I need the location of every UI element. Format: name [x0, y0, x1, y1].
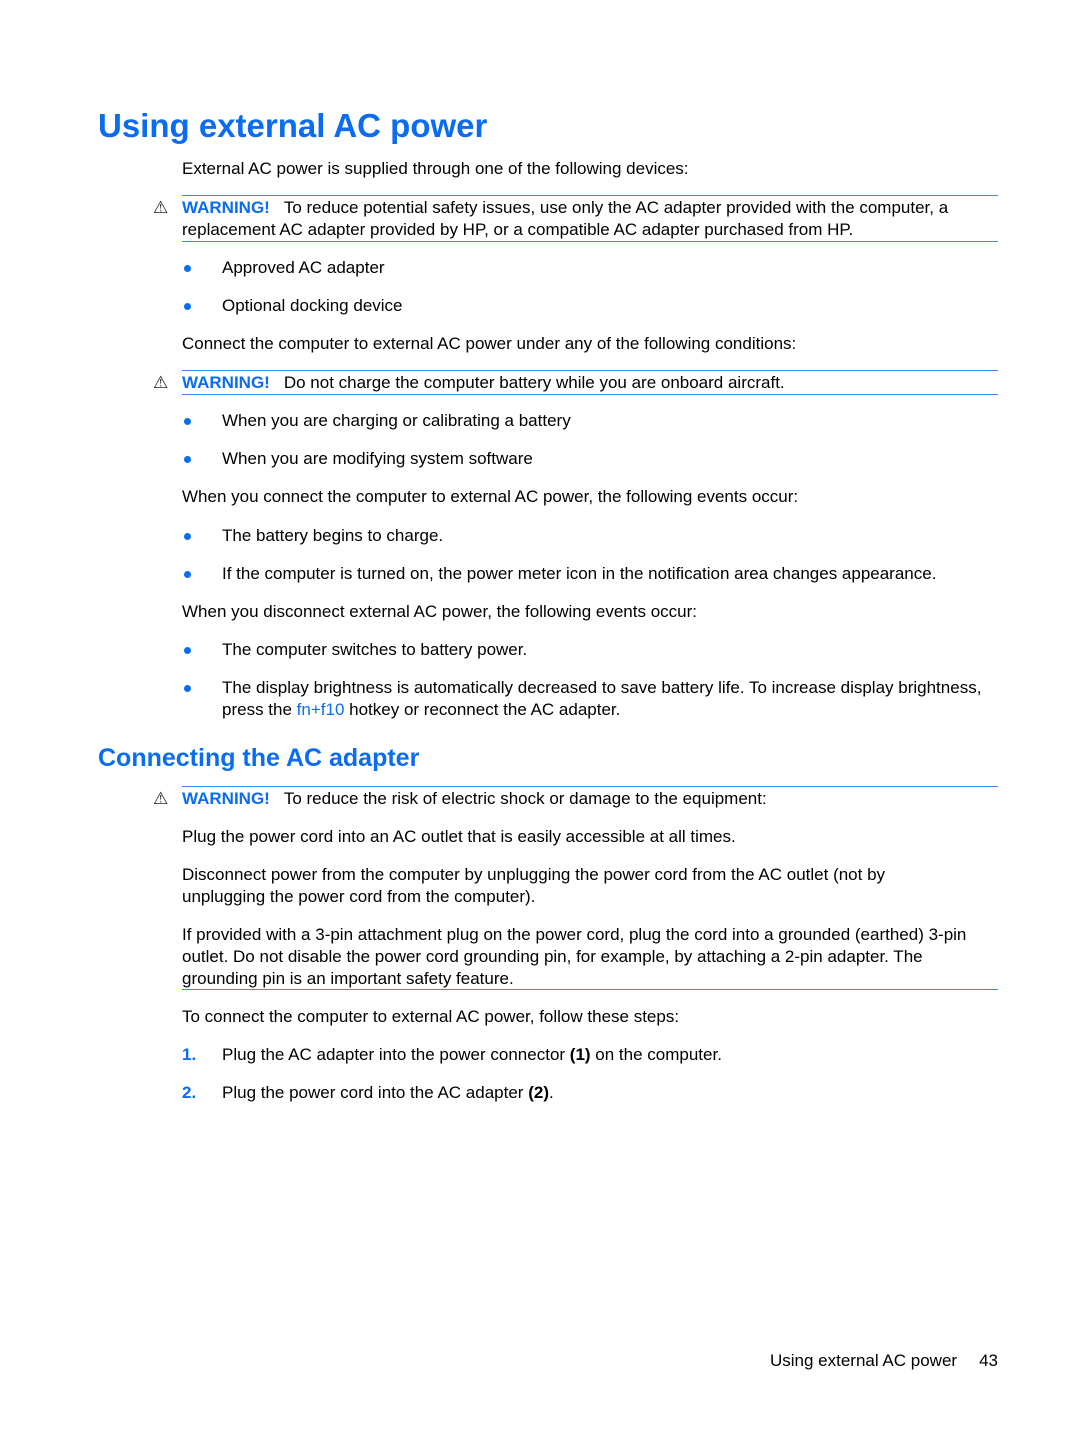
- page-footer: Using external AC power 43: [770, 1350, 998, 1372]
- warning-box-3: ⚠ WARNING! To reduce the risk of electric…: [153, 786, 998, 810]
- list-item: The battery begins to charge.: [182, 525, 992, 547]
- bullet-icon: [184, 456, 191, 463]
- warning-paragraph-3: If provided with a 3-pin attachment plug…: [182, 925, 967, 988]
- steps-intro: To connect the computer to external AC p…: [182, 1007, 680, 1026]
- list-item: The computer switches to battery power.: [182, 639, 992, 661]
- bullet-icon: [184, 685, 191, 692]
- warning-text: To reduce the risk of electric shock or …: [283, 789, 767, 808]
- footer-section-name: Using external AC power: [769, 1351, 958, 1370]
- warning-label: WARNING!: [182, 373, 270, 392]
- text-segment: hotkey or reconnect the AC adapter.: [344, 700, 621, 719]
- list-item: When you are charging or calibrating a b…: [182, 410, 992, 432]
- callout-number: (2): [528, 1083, 549, 1102]
- warning-icon: ⚠: [153, 789, 169, 808]
- bullet-icon: [184, 647, 191, 654]
- hotkey-link[interactable]: fn+f10: [297, 700, 345, 719]
- text-segment: .: [548, 1083, 554, 1102]
- step-number: 2.: [182, 1083, 197, 1102]
- list-item-text: The battery begins to charge.: [222, 526, 444, 545]
- bullet-icon: [184, 303, 191, 310]
- page-title: Using external AC power: [98, 107, 488, 144]
- warning-rule: [182, 989, 998, 990]
- list-item-text: Approved AC adapter: [222, 258, 385, 277]
- step-text: Plug the AC adapter into the power conne…: [222, 1044, 992, 1066]
- list-item-text: Optional docking device: [222, 296, 403, 315]
- conditions-intro: Connect the computer to external AC powe…: [182, 334, 797, 353]
- list-item-text: If the computer is turned on, the power …: [222, 564, 937, 583]
- disconnect-intro: When you disconnect external AC power, t…: [182, 602, 698, 621]
- bullet-icon: [184, 418, 191, 425]
- list-item-text: When you are modifying system software: [222, 449, 533, 468]
- bullet-icon: [184, 533, 191, 540]
- section-title: Connecting the AC adapter: [98, 744, 420, 772]
- connect-intro: When you connect the computer to externa…: [182, 487, 799, 506]
- step-item: 1. Plug the AC adapter into the power co…: [182, 1044, 992, 1066]
- list-item-text: The display brightness is automatically …: [222, 677, 992, 721]
- warning-icon: ⚠: [153, 373, 169, 392]
- warning-text: To reduce potential safety issues, use o…: [182, 198, 949, 239]
- text-segment: Plug the AC adapter into the power conne…: [222, 1045, 570, 1064]
- step-number: 1.: [182, 1045, 197, 1064]
- list-item: The display brightness is automatically …: [182, 677, 992, 721]
- warning-paragraph-1: Plug the power cord into an AC outlet th…: [182, 827, 736, 846]
- warning-paragraph-2: Disconnect power from the computer by un…: [182, 865, 886, 906]
- text-segment: on the computer.: [590, 1045, 722, 1064]
- warning-label: WARNING!: [182, 789, 270, 808]
- list-item: When you are modifying system software: [182, 448, 992, 470]
- warning-box-1: ⚠ WARNING! To reduce potential safety iss…: [153, 195, 998, 242]
- warning-icon: ⚠: [153, 198, 169, 217]
- list-item: Optional docking device: [182, 295, 992, 317]
- list-item-text: When you are charging or calibrating a b…: [222, 411, 571, 430]
- list-item: Approved AC adapter: [182, 257, 992, 279]
- callout-number: (1): [569, 1045, 591, 1064]
- bullet-icon: [184, 571, 191, 578]
- page-number: 43: [979, 1351, 998, 1370]
- warning-text: Do not charge the computer battery while…: [283, 373, 785, 392]
- bullet-icon: [184, 265, 191, 272]
- warning-label: WARNING!: [182, 198, 270, 217]
- list-item: If the computer is turned on, the power …: [182, 563, 992, 585]
- list-item-text: The computer switches to battery power.: [222, 640, 528, 659]
- step-item: 2. Plug the power cord into the AC adapt…: [182, 1082, 992, 1104]
- intro-text: External AC power is supplied through on…: [182, 159, 689, 178]
- step-text: Plug the power cord into the AC adapter …: [222, 1082, 992, 1104]
- text-segment: Plug the power cord into the AC adapter: [222, 1083, 529, 1102]
- warning-box-2: ⚠ WARNING! Do not charge the computer bat…: [153, 370, 998, 395]
